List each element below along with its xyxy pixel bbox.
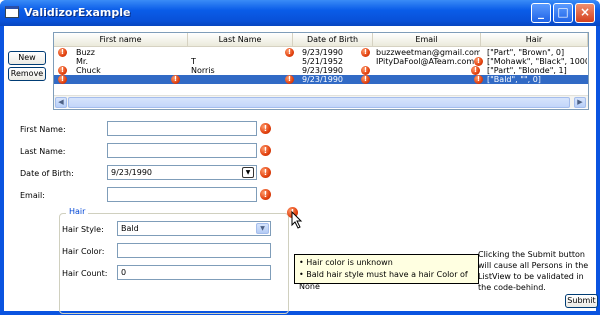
error-icon: ! xyxy=(58,75,67,84)
horizontal-scrollbar[interactable]: ◀ ▶ xyxy=(54,95,588,108)
email-input[interactable] xyxy=(107,187,257,202)
hair-style-combobox[interactable]: Bald ▼ xyxy=(117,221,271,236)
error-icon: ! xyxy=(361,66,370,75)
column-header-first-name[interactable]: First name xyxy=(54,33,188,47)
tooltip-line: • Bald hair style must have a hair Color… xyxy=(299,270,468,291)
dob-label: Date of Birth: xyxy=(20,169,74,178)
minimize-button[interactable]: _ xyxy=(531,3,551,23)
cell-hair: ["Bald", "", 0] xyxy=(487,75,541,84)
column-header-hair[interactable]: Hair xyxy=(481,33,588,47)
table-row[interactable]: ! Buzz ! 9/23/1990 ! buzzweetman@gmail.c… xyxy=(54,48,588,57)
column-header-dob[interactable]: Date of Birth xyxy=(293,33,373,47)
error-tooltip: • Hair color is unknown • Bald hair styl… xyxy=(294,254,479,291)
window-title: ValidizorExample xyxy=(24,6,131,19)
hair-group-title: Hair xyxy=(66,207,89,216)
error-icon: ! xyxy=(471,66,480,75)
scrollbar-thumb[interactable] xyxy=(68,97,570,108)
error-icon: ! xyxy=(260,167,271,178)
cell-first-name: Mr. xyxy=(76,57,88,66)
error-icon: ! xyxy=(260,189,271,200)
cell-email: IPityDaFool@ATeam.com xyxy=(376,57,475,66)
cell-hair: ["Mohawk", "Black", 10000] xyxy=(487,57,587,66)
error-icon: ! xyxy=(361,75,370,84)
cell-dob: 5/21/1952 xyxy=(302,57,344,66)
last-name-input[interactable] xyxy=(107,143,257,158)
hair-count-label: Hair Count: xyxy=(62,269,108,278)
tooltip-line: • Hair color is unknown xyxy=(299,258,393,267)
error-icon: ! xyxy=(474,57,483,66)
error-icon: ! xyxy=(361,48,370,57)
cell-dob: 9/23/1990 xyxy=(302,75,344,84)
hair-style-value: Bald xyxy=(121,224,139,233)
cell-last-name: Norris xyxy=(191,66,215,75)
table-row[interactable]: Mr. T 5/21/1952 IPityDaFool@ATeam.com ! … xyxy=(54,57,588,66)
persons-listview[interactable]: First name Last Name Date of Birth Email… xyxy=(53,32,589,110)
error-icon: ! xyxy=(285,48,294,57)
table-row[interactable]: ! Chuck Norris 9/23/1990 ! ! ["Part", "B… xyxy=(54,66,588,75)
new-button[interactable]: New xyxy=(8,51,46,65)
listview-header: First name Last Name Date of Birth Email… xyxy=(54,33,588,47)
cell-dob: 9/23/1990 xyxy=(302,48,344,57)
email-label: Email: xyxy=(20,191,45,200)
cell-last-name: T xyxy=(191,57,196,66)
maximize-button[interactable]: □ xyxy=(553,3,573,23)
submit-button[interactable]: Submit xyxy=(565,294,598,308)
window-icon xyxy=(5,6,19,18)
column-header-last-name[interactable]: Last Name xyxy=(188,33,293,47)
last-name-label: Last Name: xyxy=(20,147,66,156)
hair-count-input[interactable]: 0 xyxy=(117,265,271,280)
cell-hair: ["Part", "Brown", 0] xyxy=(487,48,565,57)
client-area: New Remove First name Last Name Date of … xyxy=(4,26,598,314)
error-icon: ! xyxy=(171,75,180,84)
error-icon: ! xyxy=(285,75,294,84)
title-bar[interactable]: ValidizorExample _ □ × xyxy=(0,0,600,26)
cell-dob: 9/23/1990 xyxy=(302,66,344,75)
error-icon: ! xyxy=(260,123,271,134)
app-window: ValidizorExample _ □ × New Remove First … xyxy=(0,0,600,315)
scroll-right-icon[interactable]: ▶ xyxy=(574,97,586,108)
error-icon: ! xyxy=(58,66,67,75)
first-name-label: First Name: xyxy=(20,125,66,134)
hair-color-label: Hair Color: xyxy=(62,247,105,256)
cell-email: buzzweetman@gmail.com xyxy=(376,48,480,57)
cell-first-name: Buzz xyxy=(76,48,95,57)
dob-value: 9/23/1990 xyxy=(111,168,153,177)
error-icon: ! xyxy=(260,145,271,156)
hair-style-label: Hair Style: xyxy=(62,225,104,234)
close-button[interactable]: × xyxy=(575,3,595,23)
error-icon: ! xyxy=(474,75,483,84)
error-icon: ! xyxy=(58,48,67,57)
calendar-dropdown-icon[interactable]: ▼ xyxy=(242,167,254,178)
dob-datepicker[interactable]: 9/23/1990 ▼ xyxy=(107,165,257,180)
hair-color-input[interactable] xyxy=(117,243,271,258)
cell-first-name: Chuck xyxy=(76,66,101,75)
table-row-selected[interactable]: ! ! ! 9/23/1990 ! ! ["Bald", "", 0] xyxy=(54,75,588,84)
first-name-input[interactable] xyxy=(107,121,257,136)
submit-note: Clicking the Submit button will cause al… xyxy=(478,250,589,292)
remove-button[interactable]: Remove xyxy=(8,67,46,81)
cell-hair: ["Part", "Blonde", 1] xyxy=(487,66,567,75)
scroll-left-icon[interactable]: ◀ xyxy=(55,97,67,108)
mouse-cursor-icon xyxy=(291,211,303,229)
column-header-email[interactable]: Email xyxy=(373,33,481,47)
chevron-down-icon[interactable]: ▼ xyxy=(256,223,269,234)
